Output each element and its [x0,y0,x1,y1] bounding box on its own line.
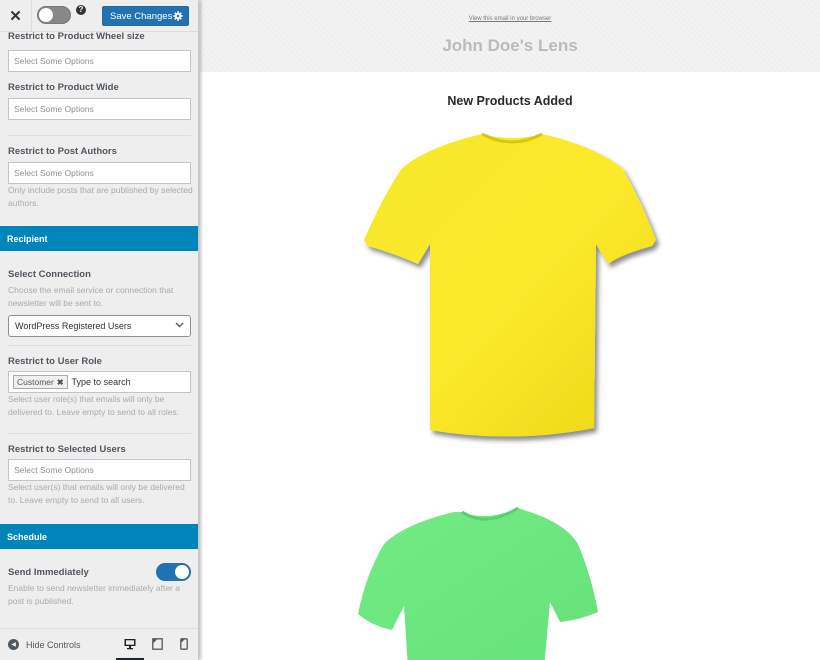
product-image-green-tshirt[interactable] [354,498,602,660]
user-role-search[interactable]: Type to search [72,377,131,387]
gear-icon[interactable] [168,7,188,25]
send-immediately-description: Enable to send newsletter immediately af… [8,583,180,606]
email-header: View this email in your browser John Doe… [200,0,820,72]
divider [8,135,191,136]
close-button[interactable]: ✕ [0,0,32,32]
connection-description: Choose the email service or connection t… [8,285,174,308]
hide-controls-label: Hide Controls [26,639,81,650]
hide-controls-button[interactable]: ◀ Hide Controls [8,639,81,650]
wide-label: Restrict to Product Wide [8,82,119,93]
chevron-down-icon [175,320,184,332]
user-role-description: Select user role(s) that emails will onl… [8,394,180,417]
selected-users-select[interactable]: Select Some Options [8,459,191,481]
tablet-icon [151,638,163,650]
send-immediately-toggle[interactable] [156,563,191,581]
user-role-label: Restrict to User Role [8,356,102,367]
divider [8,433,191,434]
device-mobile-button[interactable] [177,637,191,651]
toggle-knob [175,565,189,579]
post-authors-label: Restrict to Post Authors [8,146,117,157]
selected-users-description: Select user(s) that emails will only be … [8,482,185,505]
toggle-knob [39,8,53,22]
save-changes-label: Save Changes [110,10,173,22]
mobile-icon [180,638,188,650]
send-immediately-label: Send Immediately [8,567,89,578]
tag-label: Customer [17,377,54,387]
post-authors-description: Only include posts that are published by… [8,185,193,208]
wheel-size-select[interactable]: Select Some Options [8,50,191,72]
device-desktop-button[interactable] [123,637,137,651]
remove-tag-icon[interactable]: ✖ [57,378,64,387]
post-authors-select[interactable]: Select Some Options [8,162,191,184]
recipient-header-label: Recipient [7,233,48,244]
new-products-heading: New Products Added [447,94,573,108]
schedule-header-label: Schedule [7,531,48,542]
customizer-topbar: ✕ ? Save Changes [0,0,198,32]
preview-toggle[interactable] [37,6,71,24]
connection-dropdown[interactable]: WordPress Registered Users [8,315,191,337]
wheel-size-label: Restrict to Product Wheel size [8,31,145,42]
view-in-browser-link[interactable]: View this email in your browser [200,16,820,22]
email-preview: View this email in your browser John Doe… [200,0,820,660]
selected-users-label: Restrict to Selected Users [8,444,126,455]
collapse-arrow-icon: ◀ [8,639,19,650]
user-role-tag: Customer ✖ [13,375,68,389]
product-image-yellow-tshirt[interactable] [360,128,664,444]
brand-title: John Doe's Lens [442,36,578,55]
customizer-sidebar: ✕ ? Save Changes Restrict to Product Whe… [0,0,199,660]
device-tablet-button[interactable] [150,637,164,651]
divider [8,345,191,346]
help-icon[interactable]: ? [76,5,86,15]
wide-select[interactable]: Select Some Options [8,98,191,120]
connection-value: WordPress Registered Users [15,321,132,331]
desktop-icon [124,639,136,650]
close-icon: ✕ [9,8,22,25]
customizer-footer: ◀ Hide Controls [0,628,198,660]
recipient-section-header[interactable]: Recipient [0,226,198,251]
save-changes-button[interactable]: Save Changes [102,6,189,26]
user-role-input[interactable]: Customer ✖ Type to search [8,371,191,393]
schedule-section-header[interactable]: Schedule [0,524,198,549]
connection-label: Select Connection [8,269,91,280]
